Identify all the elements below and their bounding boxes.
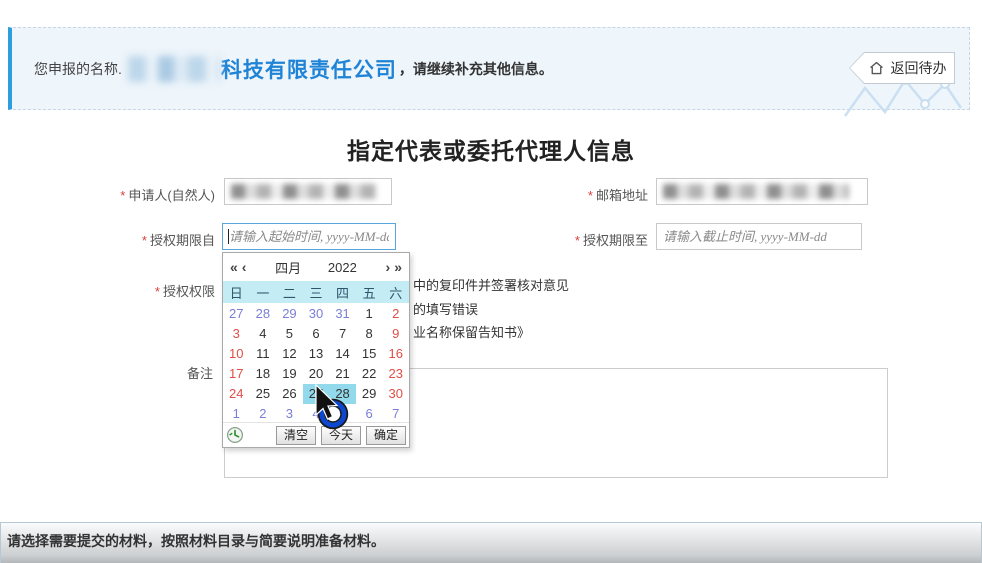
page-title: 指定代表或委托代理人信息 bbox=[0, 132, 982, 166]
calendar-day-cell[interactable]: 30 bbox=[382, 384, 409, 404]
calendar-footer: 清空 今天 确定 bbox=[223, 422, 409, 447]
calendar-day-cell[interactable]: 7 bbox=[382, 404, 409, 424]
calendar-dow-header: 六 bbox=[382, 283, 409, 302]
calendar-day-cell[interactable]: 2 bbox=[250, 404, 277, 424]
auth-period-to-input[interactable] bbox=[656, 223, 862, 250]
calendar-day-cell[interactable]: 29 bbox=[356, 384, 383, 404]
calendar-day-cell[interactable]: 4 bbox=[303, 404, 330, 424]
company-name-text: 科技有限责任公司 bbox=[221, 54, 397, 84]
auth-period-from-input[interactable] bbox=[222, 223, 396, 250]
required-mark: * bbox=[120, 188, 125, 203]
calendar-nav: « ‹ 四月 2022 › » bbox=[223, 253, 409, 281]
applicant-label: *申请人(自然人) bbox=[20, 185, 215, 204]
required-mark: * bbox=[155, 284, 160, 299]
calendar-dow-header: 二 bbox=[276, 283, 303, 302]
calendar-day-cell[interactable]: 19 bbox=[276, 364, 303, 384]
calendar-day-cell[interactable]: 5 bbox=[276, 324, 303, 344]
calendar-day-cell[interactable]: 1 bbox=[356, 304, 383, 324]
calendar-day-cell[interactable]: 15 bbox=[356, 344, 383, 364]
redacted-company-prefix bbox=[128, 56, 220, 82]
calendar-day-cell[interactable]: 20 bbox=[303, 364, 330, 384]
calendar-day-cell[interactable]: 30 bbox=[303, 304, 330, 324]
redacted-applicant-value bbox=[231, 184, 377, 199]
calendar-dow-header: 四 bbox=[329, 283, 356, 302]
banner-suffix-text: ，请继续补充其他信息。 bbox=[399, 59, 553, 79]
back-to-todo-button[interactable]: 返回待办 bbox=[849, 52, 955, 84]
calendar-day-cell[interactable]: 13 bbox=[303, 344, 330, 364]
calendar-day-cell[interactable]: 6 bbox=[303, 324, 330, 344]
calendar-day-cell[interactable]: 10 bbox=[223, 344, 250, 364]
calendar-day-cell[interactable]: 24 bbox=[223, 384, 250, 404]
calendar-day-cell[interactable]: 21 bbox=[329, 364, 356, 384]
calendar-day-cell[interactable]: 14 bbox=[329, 344, 356, 364]
calendar-month-select[interactable]: 四月 bbox=[275, 258, 301, 277]
clock-icon[interactable] bbox=[226, 426, 244, 444]
email-label: *邮箱地址 bbox=[455, 185, 648, 204]
calendar-day-cell[interactable]: 31 bbox=[329, 304, 356, 324]
remark-label: 备注 bbox=[20, 363, 213, 382]
prev-year-icon[interactable]: « bbox=[228, 259, 240, 275]
calendar-dow-header: 一 bbox=[250, 283, 277, 302]
required-mark: * bbox=[588, 188, 593, 203]
materials-notice-text: 请选择需要提交的材料，按照材料目录与简要说明准备材料。 bbox=[1, 523, 981, 551]
auth-period-to-label: *授权期限至 bbox=[455, 230, 648, 249]
auth-scope-item-fragment: 的填写错误 bbox=[413, 299, 478, 318]
calendar-year-select[interactable]: 2022 bbox=[328, 260, 357, 275]
home-icon bbox=[868, 60, 885, 77]
required-mark: * bbox=[142, 233, 147, 248]
calendar-day-cell[interactable]: 2 bbox=[382, 304, 409, 324]
next-year-icon[interactable]: » bbox=[392, 259, 404, 275]
calendar-day-cell[interactable]: 5 bbox=[329, 404, 356, 424]
calendar-day-cell[interactable]: 26 bbox=[276, 384, 303, 404]
calendar-dow-header: 五 bbox=[356, 283, 383, 302]
calendar-day-headers: 日一二三四五六 bbox=[223, 281, 409, 303]
calendar-clear-button[interactable]: 清空 bbox=[276, 426, 316, 445]
calendar-today-button[interactable]: 今天 bbox=[321, 426, 361, 445]
calendar-ok-button[interactable]: 确定 bbox=[366, 426, 406, 445]
calendar-day-cell[interactable]: 28 bbox=[250, 304, 277, 324]
calendar-day-cell[interactable]: 11 bbox=[250, 344, 277, 364]
banner-message: 您申报的名称. 科技有限责任公司 ，请继续补充其他信息。 bbox=[34, 54, 553, 84]
calendar-day-cell[interactable]: 3 bbox=[223, 324, 250, 344]
calendar-day-grid: 2728293031123456789101112131415161718192… bbox=[223, 303, 409, 424]
calendar-day-cell[interactable]: 29 bbox=[276, 304, 303, 324]
calendar-dow-header: 日 bbox=[223, 283, 250, 302]
calendar-day-cell[interactable]: 6 bbox=[356, 404, 383, 424]
calendar-day-cell[interactable]: 17 bbox=[223, 364, 250, 384]
calendar-dow-header: 三 bbox=[303, 283, 330, 302]
calendar-day-cell[interactable]: 12 bbox=[276, 344, 303, 364]
date-picker-popup: « ‹ 四月 2022 › » 日一二三四五六 2728293031123456… bbox=[222, 252, 410, 448]
calendar-day-cell[interactable]: 16 bbox=[382, 344, 409, 364]
next-month-icon[interactable]: › bbox=[384, 259, 393, 275]
calendar-day-cell[interactable]: 1 bbox=[223, 404, 250, 424]
auth-period-from-label: *授权期限自 bbox=[20, 230, 215, 249]
calendar-day-cell[interactable]: 8 bbox=[356, 324, 383, 344]
calendar-day-cell[interactable]: 18 bbox=[250, 364, 277, 384]
calendar-day-cell[interactable]: 22 bbox=[356, 364, 383, 384]
applicant-input[interactable] bbox=[224, 178, 392, 205]
prev-month-icon[interactable]: ‹ bbox=[240, 259, 249, 275]
banner-prefix-text: 您申报的名称. bbox=[34, 59, 122, 79]
auth-scope-label: *授权权限 bbox=[20, 281, 215, 300]
calendar-day-cell[interactable]: 4 bbox=[250, 324, 277, 344]
calendar-day-cell[interactable]: 7 bbox=[329, 324, 356, 344]
back-button-label: 返回待办 bbox=[891, 58, 947, 78]
auth-scope-item-fragment: 中的复印件并签署核对意见 bbox=[413, 275, 569, 294]
calendar-day-cell[interactable]: 25 bbox=[250, 384, 277, 404]
calendar-day-cell[interactable]: 27 bbox=[223, 304, 250, 324]
text-caret bbox=[228, 229, 229, 244]
calendar-day-cell[interactable]: 3 bbox=[276, 404, 303, 424]
email-input[interactable] bbox=[656, 178, 868, 205]
auth-scope-item-fragment: 业名称保留告知书》 bbox=[413, 322, 530, 341]
calendar-day-cell[interactable]: 27 bbox=[303, 384, 330, 404]
required-mark: * bbox=[575, 233, 580, 248]
calendar-day-cell[interactable]: 28 bbox=[329, 384, 356, 404]
calendar-day-cell[interactable]: 9 bbox=[382, 324, 409, 344]
calendar-day-cell[interactable]: 23 bbox=[382, 364, 409, 384]
redacted-email-value bbox=[663, 184, 849, 199]
notice-banner: 您申报的名称. 科技有限责任公司 ，请继续补充其他信息。 返回待办 bbox=[8, 27, 970, 110]
materials-notice-bar: 请选择需要提交的材料，按照材料目录与简要说明准备材料。 bbox=[0, 522, 982, 563]
